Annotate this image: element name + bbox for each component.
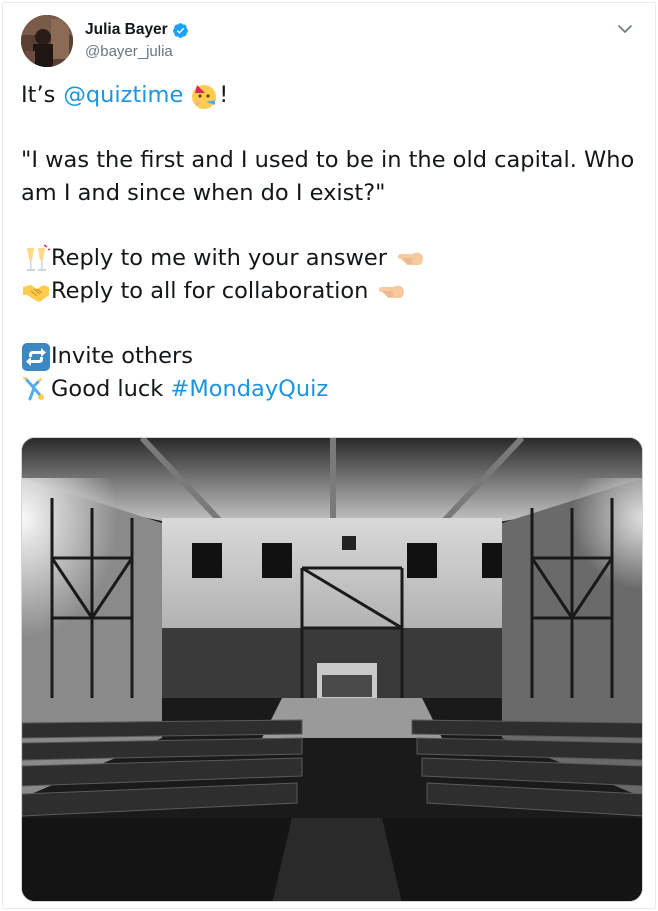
good-luck-line: Good luck #MondayQuiz — [21, 373, 643, 406]
reply-all-text: Reply to all for collaboration — [51, 278, 369, 304]
invite-text: Invite others — [51, 343, 193, 369]
tweet-header: Julia Bayer @bayer_julia — [21, 15, 639, 69]
chevron-down-icon[interactable] — [615, 19, 635, 39]
user-names: Julia Bayer @bayer_julia — [85, 19, 189, 60]
intro-suffix: ! — [219, 82, 229, 108]
quote-line-2: am I and since when do I exist?" — [21, 180, 386, 206]
display-name[interactable]: Julia Bayer — [85, 21, 168, 39]
repeat-arrows-emoji — [21, 342, 51, 372]
handshake-emoji — [21, 277, 51, 307]
party-face-emoji — [189, 81, 219, 111]
tweet-card: Julia Bayer @bayer_julia It’s @quiztime — [2, 2, 656, 909]
verified-badge-icon — [172, 22, 189, 39]
quote-line-1: "I was the first and I used to be in the… — [21, 147, 635, 173]
hall-photo-image — [22, 438, 642, 901]
reply-me-line: Reply to me with your answer — [21, 242, 643, 275]
user-handle[interactable]: @bayer_julia — [85, 43, 189, 60]
intro-prefix: It’s — [21, 82, 56, 108]
hashtag-mondayquiz[interactable]: #MondayQuiz — [170, 373, 328, 406]
backhand-pointing-left-emoji — [395, 244, 425, 274]
clinking-glasses-emoji — [21, 243, 51, 274]
tweet-photo[interactable] — [21, 437, 643, 902]
backhand-pointing-left-emoji — [376, 277, 406, 307]
tweet-text: It’s @quiztime ! "I was the first and I … — [21, 79, 643, 406]
person-cartwheeling-emoji — [21, 375, 51, 405]
good-luck-text: Good luck — [51, 376, 171, 402]
invite-line: Invite others — [21, 340, 643, 373]
reply-me-text: Reply to me with your answer — [51, 245, 388, 271]
mention-quiztime[interactable]: @quiztime — [63, 79, 183, 112]
tweet-line-intro: It’s @quiztime ! — [21, 79, 643, 112]
avatar[interactable] — [21, 15, 73, 67]
reply-all-line: Reply to all for collaboration — [21, 275, 643, 308]
